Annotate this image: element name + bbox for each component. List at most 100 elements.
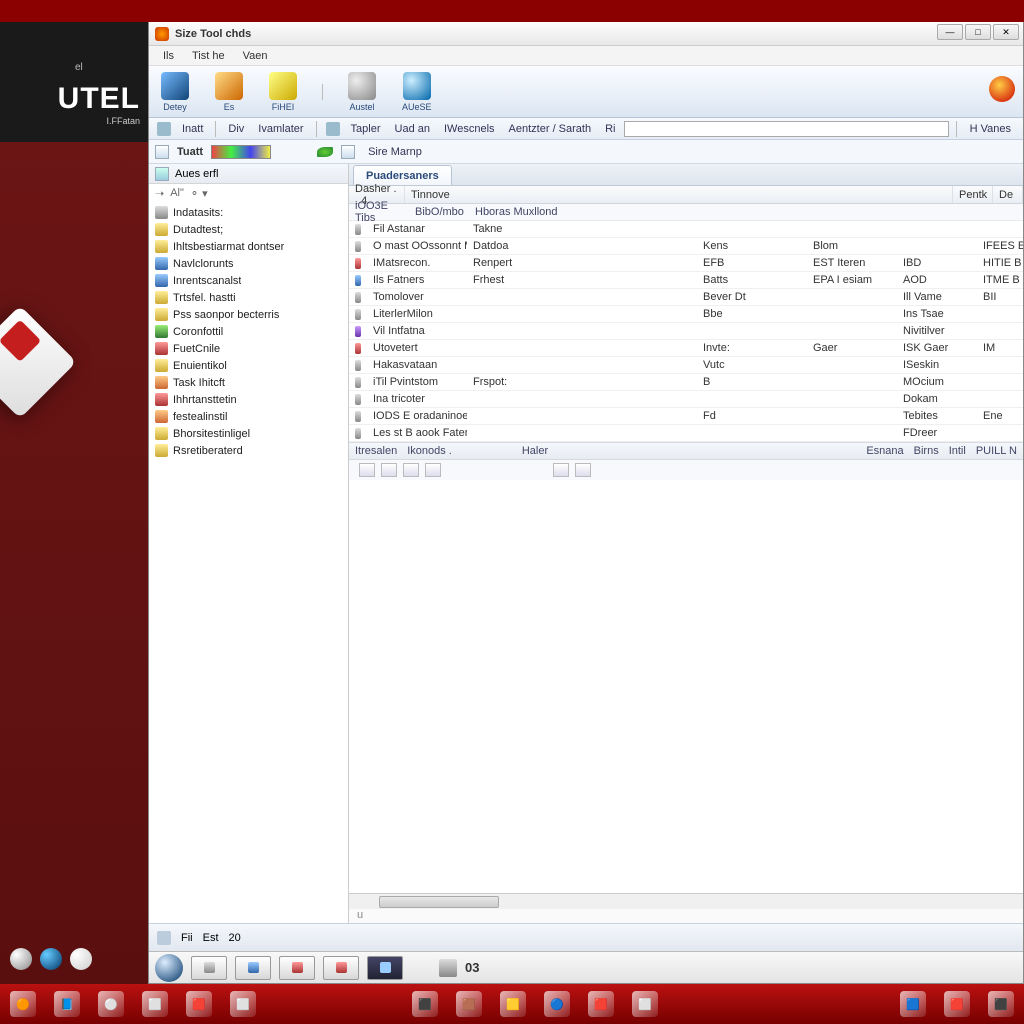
gadget-icon[interactable] (40, 948, 62, 970)
table-row[interactable]: IMatsrecon.RenpertEFBEST IterenIBDHITIE … (349, 255, 1023, 272)
app-tab[interactable] (235, 956, 271, 980)
tree-item[interactable]: Trtsfel. hastti (149, 289, 348, 306)
scroll-thumb[interactable] (379, 896, 499, 908)
minimize-button[interactable]: — (937, 24, 963, 40)
tree-item[interactable]: FuetCnile (149, 340, 348, 357)
app-tab[interactable] (279, 956, 315, 980)
launcher-icon[interactable]: ⬛ (988, 991, 1014, 1017)
table-row[interactable]: UtovetertInvte:GaerISK GaerIM (349, 340, 1023, 357)
grid-tool-button[interactable] (425, 463, 441, 477)
launcher-icon[interactable]: 🟥 (186, 991, 212, 1017)
gadget-icon[interactable] (70, 948, 92, 970)
tree-item-label: Task Ihitcft (173, 377, 225, 389)
start-orb-icon[interactable] (155, 954, 183, 982)
grid-tool-button[interactable] (403, 463, 419, 477)
toolbar-button[interactable]: Detey (157, 70, 193, 114)
toolbar-button[interactable]: Es (211, 70, 247, 114)
launcher-icon[interactable]: 🟥 (588, 991, 614, 1017)
secondary-toolbar: Inatt Div Ivamlater Tapler Uad an IWescn… (149, 118, 1023, 140)
separator (322, 84, 323, 100)
context-link[interactable]: Sire Marnp (363, 146, 427, 158)
menu-item[interactable]: Tist he (184, 48, 233, 64)
tree-item[interactable]: Dutadtest; (149, 221, 348, 238)
launcher-icon[interactable]: 🟦 (900, 991, 926, 1017)
launcher-icon[interactable]: ⬜ (230, 991, 256, 1017)
address-combo[interactable] (624, 121, 948, 137)
tool-icon[interactable] (157, 122, 171, 136)
tree-item[interactable]: Indatasits: (149, 204, 348, 221)
tree-item[interactable]: Ihhrtansttetin (149, 391, 348, 408)
cell-name: O mast OOssonnt Mil (367, 240, 467, 252)
tree-item[interactable]: Navlclorunts (149, 255, 348, 272)
tree-item[interactable]: Pss saonpor becterris (149, 306, 348, 323)
color-strip-icon[interactable] (211, 145, 271, 159)
tool-label[interactable]: Tapler (346, 123, 386, 135)
column-header[interactable]: De (993, 186, 1023, 203)
tool-label[interactable]: Ivamlater (253, 123, 308, 135)
table-row[interactable]: HakasvataanVutcISeskin (349, 357, 1023, 374)
gadget-icon[interactable] (10, 948, 32, 970)
close-button[interactable]: ✕ (993, 24, 1019, 40)
table-row[interactable]: O mast OOssonnt MilDatdoaKensBlomIFEES E (349, 238, 1023, 255)
toolbar-right-label[interactable]: H Vanes (964, 123, 1017, 135)
table-row[interactable]: TomoloverBever DtIll VameBII (349, 289, 1023, 306)
table-row[interactable]: Ina tricoterDokam (349, 391, 1023, 408)
horizontal-scrollbar[interactable] (349, 893, 1023, 909)
cell: ISeskin (897, 359, 977, 371)
toolbar-button[interactable]: AUeSE (398, 70, 436, 114)
column-header[interactable]: Pentk (953, 186, 993, 203)
launcher-icon[interactable]: 📘 (54, 991, 80, 1017)
grid-tool-button[interactable] (553, 463, 569, 477)
tool-label[interactable]: Div (223, 123, 249, 135)
tray-icon[interactable] (439, 959, 457, 977)
tree-item[interactable]: Inrentscanalst (149, 272, 348, 289)
launcher-icon[interactable]: ⬜ (142, 991, 168, 1017)
tool-label[interactable]: Inatt (177, 123, 208, 135)
launcher-icon[interactable]: ⬜ (632, 991, 658, 1017)
launcher-icon[interactable]: ⚪ (98, 991, 124, 1017)
maximize-button[interactable]: □ (965, 24, 991, 40)
table-row[interactable]: LiterlerMilonBbeIns Tsae (349, 306, 1023, 323)
table-row[interactable]: Ils FatnersFrhestBattsEPA I esiamAODITME… (349, 272, 1023, 289)
tree-item[interactable]: Coronfottil (149, 323, 348, 340)
title-bar[interactable]: Size Tool chds — □ ✕ (149, 22, 1023, 46)
leaf-icon[interactable] (317, 147, 333, 157)
app-tab[interactable] (323, 956, 359, 980)
status-icon[interactable] (157, 931, 171, 945)
app-tab[interactable] (367, 956, 403, 980)
launcher-icon[interactable]: 🟨 (500, 991, 526, 1017)
tool-label[interactable]: Ri (600, 123, 620, 135)
tree-header[interactable]: Aues erfl (149, 164, 348, 184)
launcher-icon[interactable]: 🟫 (456, 991, 482, 1017)
tree-item[interactable]: Enuientikol (149, 357, 348, 374)
tree-item[interactable]: festealinstil (149, 408, 348, 425)
tree-item[interactable]: Task Ihitcft (149, 374, 348, 391)
toolbar-button[interactable]: FiHEI (265, 70, 301, 114)
app-tab[interactable] (191, 956, 227, 980)
launcher-icon[interactable]: ⬛ (412, 991, 438, 1017)
launcher-icon[interactable]: 🔵 (544, 991, 570, 1017)
toolbar-button[interactable]: Austel (344, 70, 380, 114)
tree-item[interactable]: Bhorsitestinligel (149, 425, 348, 442)
tool-icon[interactable] (326, 122, 340, 136)
table-row[interactable]: iTil PvintstomFrspot:BMOcium (349, 374, 1023, 391)
grid-tool-button[interactable] (575, 463, 591, 477)
context-title: Tuatt (177, 146, 203, 158)
grid-tool-button[interactable] (381, 463, 397, 477)
launcher-icon[interactable]: 🟠 (10, 991, 36, 1017)
table-row[interactable]: Les st B aook FatersFDreer (349, 425, 1023, 442)
menu-item[interactable]: Ils (155, 48, 182, 64)
table-row[interactable]: IODS E oradaninoesFdTebitesEne (349, 408, 1023, 425)
table-row[interactable]: Vil IntfatnaNivitilver (349, 323, 1023, 340)
menu-item[interactable]: Vaen (235, 48, 276, 64)
tool-label[interactable]: Aentzter / Sarath (504, 123, 597, 135)
tree-item[interactable]: Rsretiberaterd (149, 442, 348, 459)
grid-tool-button[interactable] (359, 463, 375, 477)
column-header[interactable]: Tinnove (405, 186, 953, 203)
launcher-icon[interactable]: 🟥 (944, 991, 970, 1017)
tree-item-label: festealinstil (173, 411, 227, 423)
tool-label[interactable]: Uad an (390, 123, 435, 135)
table-row[interactable]: Fil AstanarTakne (349, 221, 1023, 238)
tool-label[interactable]: IWescnels (439, 123, 500, 135)
tree-item[interactable]: Ihltsbestiarmat dontser (149, 238, 348, 255)
